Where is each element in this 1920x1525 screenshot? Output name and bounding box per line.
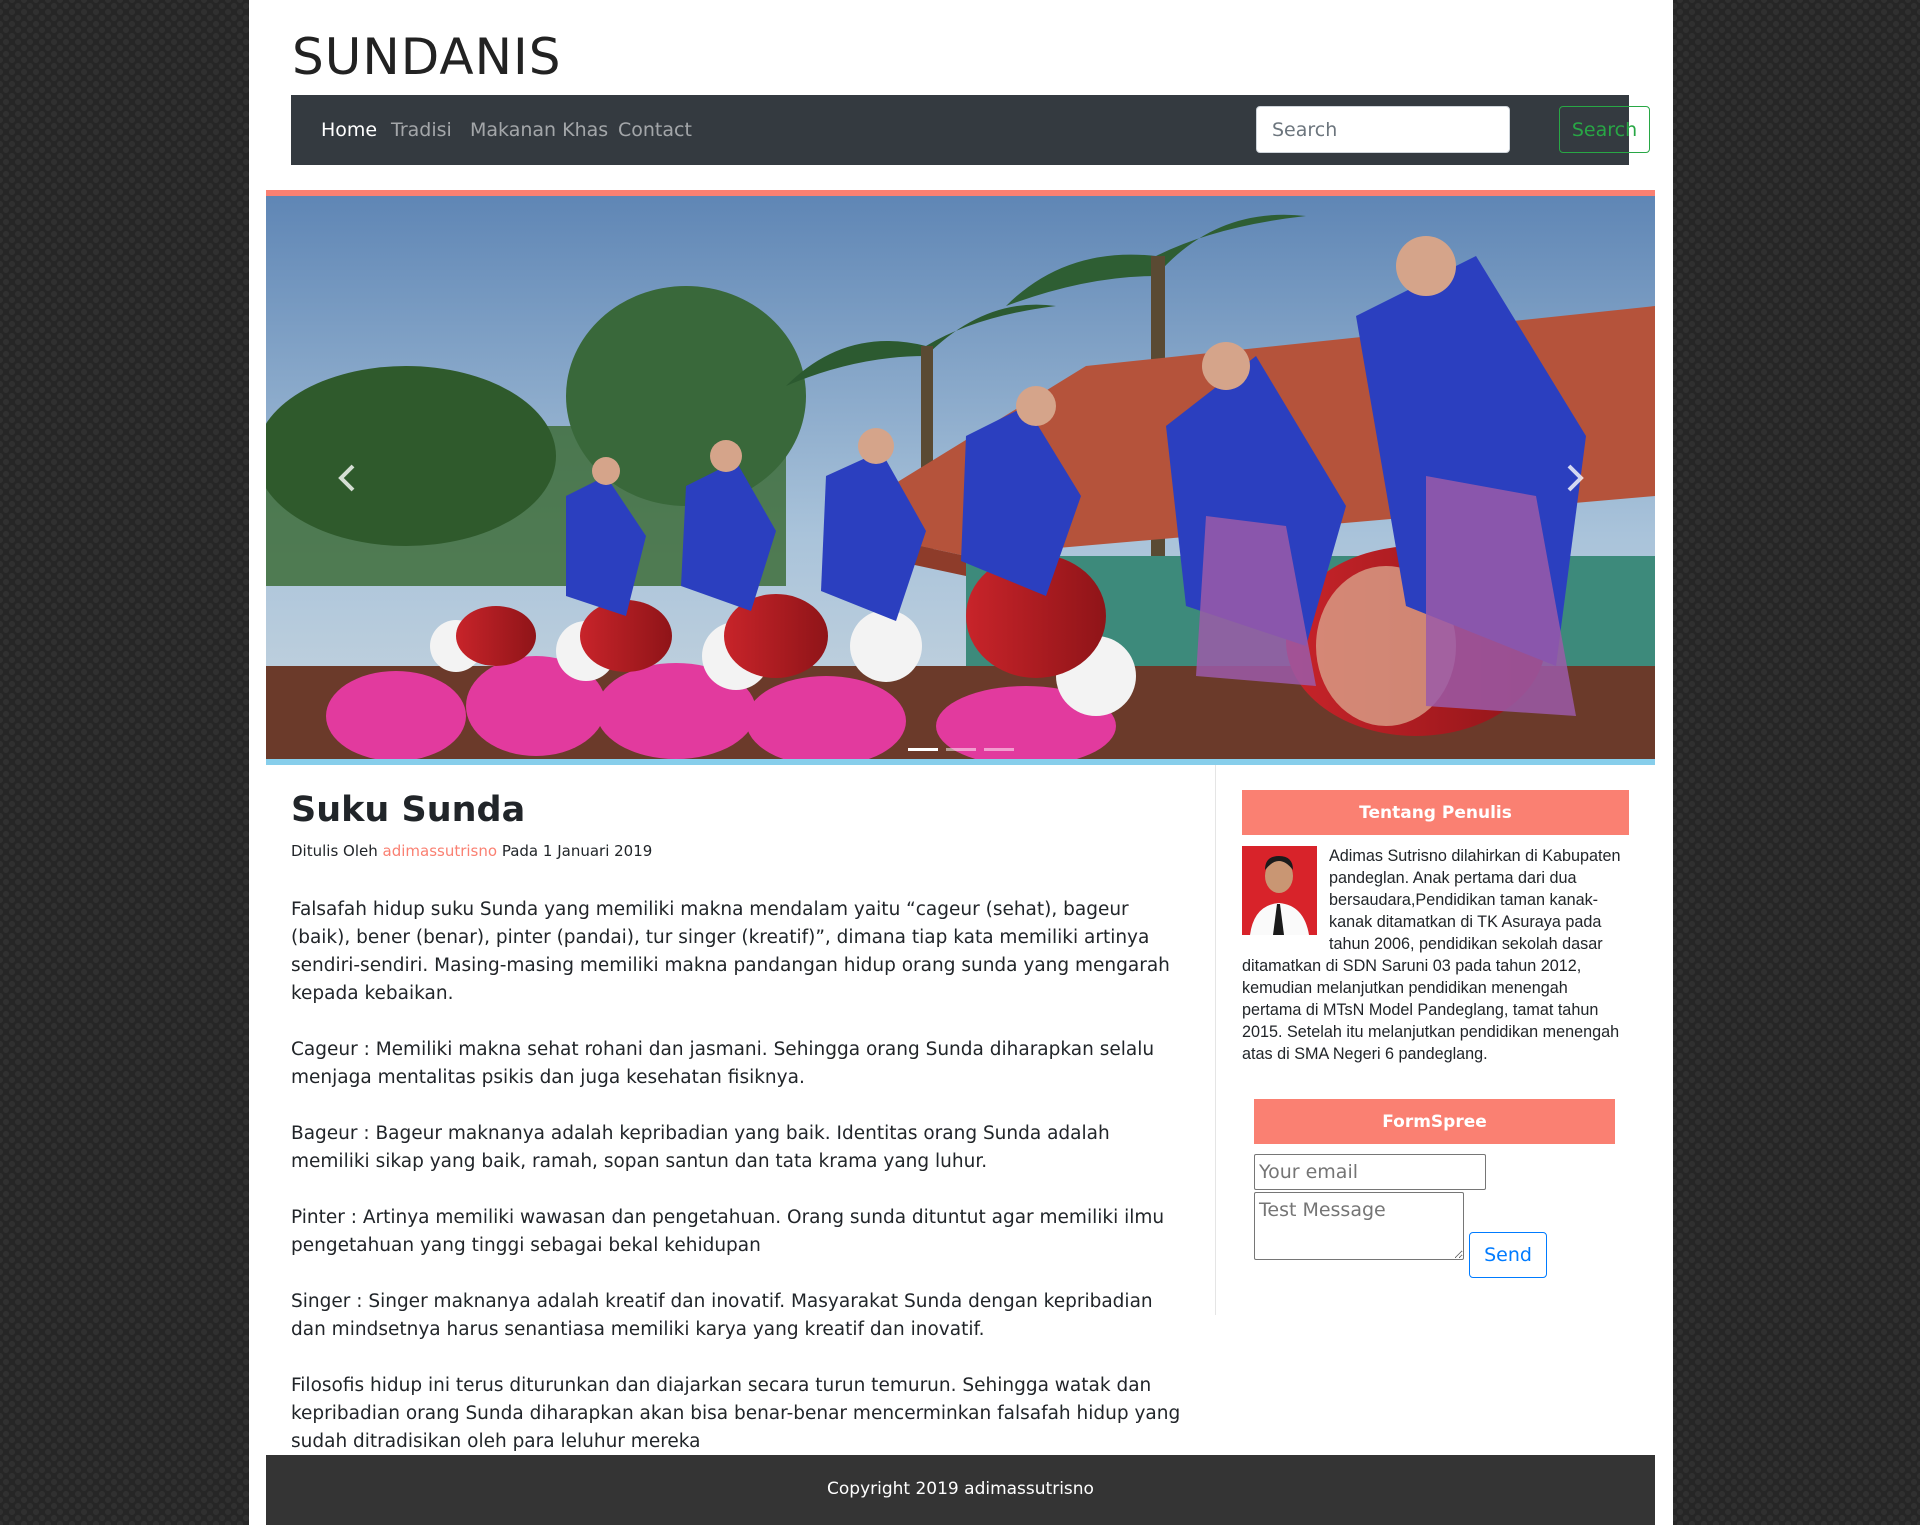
message-field[interactable] <box>1254 1192 1464 1260</box>
chevron-right-icon <box>1567 464 1584 492</box>
carousel-next-button[interactable] <box>1554 458 1594 498</box>
nav-contact[interactable]: Contact <box>618 119 692 141</box>
hero-carousel <box>266 190 1655 765</box>
chevron-left-icon <box>338 464 355 492</box>
carousel-indicator[interactable] <box>945 748 976 751</box>
article-paragraph: Singer : Singer maknanya adalah kreatif … <box>291 1291 1153 1340</box>
carousel-prev-button[interactable] <box>328 458 368 498</box>
article-title: Suku Sunda <box>291 790 526 830</box>
footer-copyright: Copyright 2019 adimassutrisno <box>827 1479 1094 1499</box>
about-text: Adimas Sutrisno dilahirkan di Kabupaten … <box>1242 847 1621 1063</box>
nav-tradisi[interactable]: Tradisi <box>391 119 452 141</box>
send-button[interactable]: Send <box>1469 1232 1547 1278</box>
carousel-indicator[interactable] <box>907 748 938 751</box>
sidebar-divider <box>1215 765 1216 1315</box>
about-heading: Tentang Penulis <box>1242 790 1629 835</box>
nav-makanan-khas[interactable]: Makanan Khas <box>470 119 608 141</box>
search-button[interactable]: Search <box>1559 106 1650 153</box>
article-paragraph: Filosofis hidup ini terus diturunkan dan… <box>291 1375 1181 1452</box>
hero-image <box>266 196 1655 759</box>
article-byline: Ditulis Oleh adimassutrisno Pada 1 Janua… <box>291 842 1191 860</box>
byline-date: Pada 1 Januari 2019 <box>501 842 653 860</box>
search-input[interactable] <box>1256 106 1510 153</box>
nav-home[interactable]: Home <box>321 119 377 141</box>
carousel-indicators <box>266 748 1655 751</box>
form-heading: FormSpree <box>1254 1099 1615 1144</box>
carousel-indicator[interactable] <box>983 748 1014 751</box>
site-title: SUNDANIS <box>292 28 562 86</box>
navbar: Home Tradisi Makanan Khas Contact Search <box>291 95 1650 165</box>
footer: Copyright 2019 adimassutrisno <box>266 1455 1655 1525</box>
article: Suku Sunda Ditulis Oleh adimassutrisno P… <box>291 780 1191 1456</box>
article-paragraph: Cageur : Memiliki makna sehat rohani dan… <box>291 1039 1155 1088</box>
page-container: SUNDANIS Home Tradisi Makanan Khas Conta… <box>249 0 1673 1525</box>
article-paragraph: Pinter : Artinya memiliki wawasan dan pe… <box>291 1207 1165 1256</box>
email-field[interactable] <box>1254 1154 1486 1190</box>
article-paragraph: Falsafah hidup suku Sunda yang memiliki … <box>291 899 1170 1004</box>
article-paragraph: Bageur : Bageur maknanya adalah kepribad… <box>291 1123 1110 1172</box>
author-link[interactable]: adimassutrisno <box>383 842 498 860</box>
byline-prefix: Ditulis Oleh <box>291 842 378 860</box>
